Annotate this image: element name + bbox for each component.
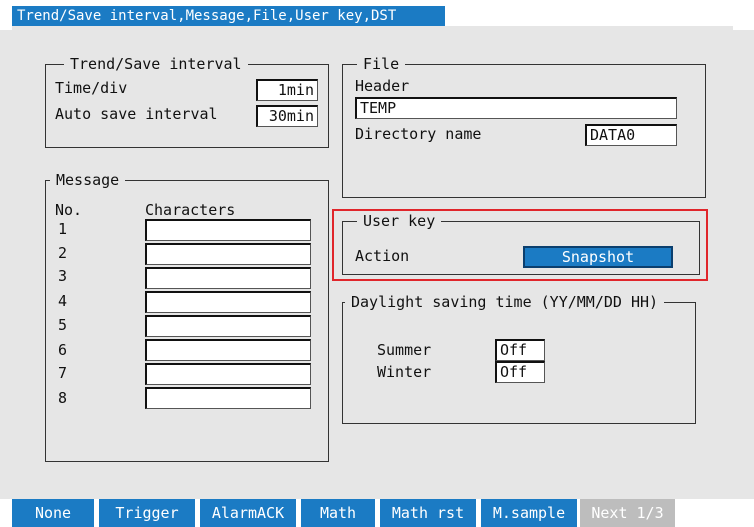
auto-save-label: Auto save interval	[55, 105, 218, 123]
message-field[interactable]	[145, 339, 311, 361]
softkey-math-rst[interactable]: Math rst	[380, 499, 476, 527]
message-field[interactable]	[145, 315, 311, 337]
winter-label: Winter	[377, 363, 432, 381]
time-div-label: Time/div	[55, 79, 128, 97]
page-title: Trend/Save interval,Message,File,User ke…	[12, 6, 445, 26]
header-field[interactable]: TEMP	[355, 97, 677, 119]
message-field[interactable]	[145, 243, 311, 265]
file-legend: File	[357, 55, 406, 73]
user-key-legend: User key	[357, 212, 442, 230]
message-row-no: 2	[58, 244, 68, 262]
directory-name-field[interactable]: DATA0	[585, 124, 677, 146]
message-row-no: 8	[58, 389, 68, 407]
softkey-next[interactable]: Next 1/3	[580, 499, 675, 527]
message-row-no: 7	[58, 364, 68, 382]
message-row-no: 6	[58, 341, 68, 359]
softkey-math[interactable]: Math	[301, 499, 375, 527]
settings-screen: Trend/Save interval Time/div 1min Auto s…	[12, 26, 733, 499]
trend-save-group: Trend/Save interval Time/div 1min Auto s…	[45, 55, 329, 148]
softkey-trigger[interactable]: Trigger	[99, 499, 195, 527]
message-row-no: 3	[58, 267, 68, 285]
directory-name-label: Directory name	[355, 125, 482, 143]
message-row-no: 5	[58, 316, 68, 334]
message-col-no: No.	[55, 201, 83, 219]
message-group: Message No. Characters 1 2 3 4 5 6 7 8	[45, 171, 329, 462]
message-row-no: 1	[58, 220, 68, 238]
action-label: Action	[355, 247, 410, 265]
message-col-characters: Characters	[145, 201, 236, 219]
message-field[interactable]	[145, 291, 311, 313]
message-legend: Message	[50, 171, 126, 189]
time-div-field[interactable]: 1min	[256, 79, 318, 101]
file-group: File Header TEMP Directory name DATA0	[342, 55, 706, 198]
summer-label: Summer	[377, 341, 432, 359]
softkey-alarm-ack[interactable]: AlarmACK	[200, 499, 296, 527]
message-row-no: 4	[58, 292, 68, 310]
header-label: Header	[355, 77, 410, 95]
action-select[interactable]: Snapshot	[523, 246, 673, 268]
trend-save-legend: Trend/Save interval	[64, 55, 248, 73]
softkey-m-sample[interactable]: M.sample	[481, 499, 577, 527]
dst-legend: Daylight saving time (YY/MM/DD HH)	[345, 293, 665, 311]
message-field[interactable]	[145, 267, 311, 289]
softkey-bar: None Trigger AlarmACK Math Math rst M.sa…	[0, 499, 754, 527]
softkey-none[interactable]: None	[12, 499, 94, 527]
user-key-group: User key Action Snapshot	[342, 212, 700, 275]
summer-field[interactable]: Off	[495, 339, 545, 361]
auto-save-field[interactable]: 30min	[256, 105, 318, 127]
message-field[interactable]	[145, 219, 311, 241]
message-field[interactable]	[145, 363, 311, 385]
message-field[interactable]	[145, 387, 311, 409]
dst-group: Daylight saving time (YY/MM/DD HH) Summe…	[342, 293, 696, 424]
winter-field[interactable]: Off	[495, 361, 545, 383]
